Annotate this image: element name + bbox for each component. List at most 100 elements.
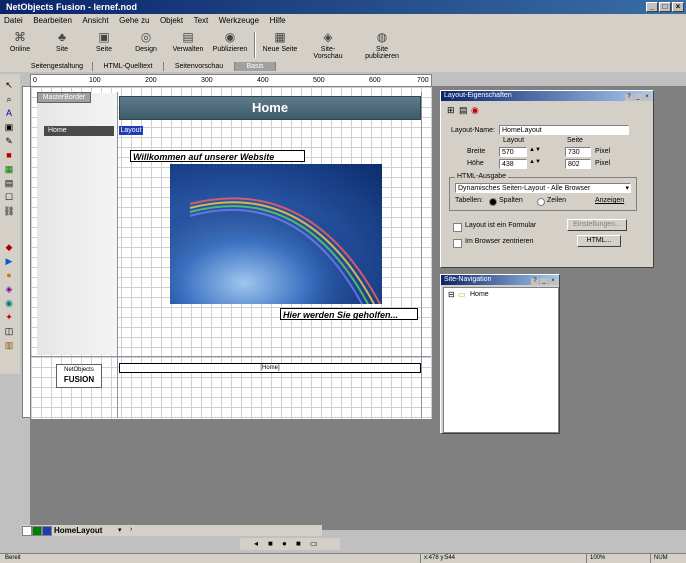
menu-datei[interactable]: Datei xyxy=(0,14,27,28)
page-banner[interactable]: Home xyxy=(119,96,421,120)
netobjects-logo[interactable]: NetObjects FUSION xyxy=(56,364,102,388)
tab-basis[interactable]: Basis xyxy=(235,62,276,71)
center-page-icon[interactable]: ● xyxy=(282,538,287,550)
java-tool-icon[interactable]: ● xyxy=(3,270,15,280)
last-page-icon[interactable]: ▭ xyxy=(310,538,318,550)
center-checkbox[interactable] xyxy=(453,239,462,248)
layout-width-input[interactable]: 570 xyxy=(499,147,527,157)
maximize-button[interactable]: □ xyxy=(659,2,671,12)
prev-page-icon[interactable]: ■ xyxy=(268,538,273,550)
zoom-tool-icon[interactable]: ⌕ xyxy=(3,94,15,104)
height-spinner-icon[interactable]: ▲▼ xyxy=(529,159,541,165)
tab-seitenvorschau[interactable]: Seitenvorschau xyxy=(164,62,235,71)
close-button[interactable]: × xyxy=(672,2,684,12)
close-icon[interactable]: × xyxy=(549,278,557,285)
settings-button[interactable]: Einstellungen... xyxy=(567,219,627,231)
welcome-textbox[interactable]: Willkommen auf unserer Website xyxy=(130,150,305,162)
menu-hilfe[interactable]: Hilfe xyxy=(266,14,290,28)
db-tool-icon[interactable]: ▥ xyxy=(3,340,15,350)
help-icon[interactable]: ? xyxy=(625,94,633,101)
layout-tag[interactable]: Layout xyxy=(119,126,143,135)
background-tab-icon[interactable]: ◉ xyxy=(471,105,479,116)
menu-ansicht[interactable]: Ansicht xyxy=(78,14,112,28)
ruler-tick: 500 xyxy=(313,77,325,84)
form-tool-icon[interactable]: ☐ xyxy=(3,192,15,202)
close-icon[interactable]: × xyxy=(643,94,651,101)
footer-navbar[interactable]: [Home] xyxy=(119,363,421,373)
tree-expand-icon[interactable]: ⊟ xyxy=(448,290,455,299)
new-page-button[interactable]: ▦ Neue Seite xyxy=(260,30,300,53)
publizieren-button[interactable]: ◉ Publizieren xyxy=(210,30,250,53)
page-tab-icon[interactable]: ▤ xyxy=(459,105,468,116)
view-tabs: Seitengestaltung HTML-Quelltext Seitenvo… xyxy=(0,62,686,72)
rainbow-image[interactable] xyxy=(170,164,382,304)
tab-scroll-left-icon[interactable] xyxy=(22,526,32,536)
layout-guide xyxy=(421,92,422,418)
site-button[interactable]: ♣ Site xyxy=(42,30,82,53)
menu-bearbeiten[interactable]: Bearbeiten xyxy=(29,14,76,28)
layout-name-label: Layout-Name: xyxy=(451,127,495,134)
tab-dropdown-icon[interactable]: ▾ xyxy=(118,526,122,534)
shape-tool-icon[interactable]: ■ xyxy=(3,150,15,160)
nav-button-home[interactable]: Home xyxy=(44,126,114,136)
layout-height-input[interactable]: 438 xyxy=(499,159,527,169)
picture-tool-icon[interactable]: ▣ xyxy=(3,122,15,132)
minimize-icon[interactable]: _ xyxy=(540,278,548,285)
html-button[interactable]: HTML... xyxy=(577,235,621,247)
menu-text[interactable]: Text xyxy=(190,14,213,28)
html-output-select[interactable]: Dynamisches Seiten-Layout - Alle Browser… xyxy=(455,183,631,193)
navbar-tool-icon[interactable]: ▤ xyxy=(3,178,15,188)
draw-tool-icon[interactable]: ✎ xyxy=(3,136,15,146)
link-tool-icon[interactable]: ⛓ xyxy=(3,206,15,216)
layout-name-input[interactable]: HomeLayout xyxy=(499,125,629,135)
next-page-icon[interactable]: ■ xyxy=(296,538,301,550)
menu-gehe-zu[interactable]: Gehe zu xyxy=(115,14,153,28)
tab-next-icon[interactable]: › xyxy=(130,526,132,533)
online-button[interactable]: ⌘ Online xyxy=(0,30,40,53)
tree-item-home[interactable]: Home xyxy=(470,291,489,298)
html-tool-icon[interactable]: ◫ xyxy=(3,326,15,336)
verwalten-button[interactable]: ▤ Verwalten xyxy=(168,30,208,53)
page-icon: ▣ xyxy=(98,30,110,44)
script-tool-icon[interactable]: ✦ xyxy=(3,312,15,322)
text-tool-icon[interactable]: A xyxy=(3,108,15,118)
site-publish-button[interactable]: ◍ Site publizieren xyxy=(362,30,402,60)
help-icon[interactable]: ? xyxy=(531,278,539,285)
helped-textbox[interactable]: Hier werden Sie geholfen... xyxy=(280,308,418,320)
media-tool-icon[interactable]: ▶ xyxy=(3,256,15,266)
radio-zeilen[interactable] xyxy=(537,198,545,206)
tab-list-icon[interactable] xyxy=(42,526,52,536)
form-checkbox[interactable] xyxy=(453,223,462,232)
table-tool-icon[interactable]: ▦ xyxy=(3,164,15,174)
zeilen-label: Zeilen xyxy=(547,197,567,204)
page-height-input[interactable]: 802 xyxy=(565,159,591,169)
activex-tool-icon[interactable]: ◈ xyxy=(3,284,15,294)
minimize-icon[interactable]: _ xyxy=(634,94,642,101)
plugin-tool-icon[interactable]: ◉ xyxy=(3,298,15,308)
radio-spalten[interactable] xyxy=(489,198,497,206)
show-link[interactable]: Anzeigen xyxy=(595,197,624,204)
publish-site-icon: ◍ xyxy=(376,30,388,44)
html-output-label: HTML-Ausgabe xyxy=(455,173,509,180)
select-tool-icon[interactable]: ↖ xyxy=(3,80,15,90)
minimize-button[interactable]: _ xyxy=(646,2,658,12)
component-tool-icon[interactable]: ◆ xyxy=(3,242,15,252)
layout-properties-titlebar[interactable]: Layout-Eigenschaften ? _ × xyxy=(441,91,653,101)
page-width-input[interactable]: 730 xyxy=(565,147,591,157)
width-spinner-icon[interactable]: ▲▼ xyxy=(529,147,541,153)
tab-html-quelltext[interactable]: HTML-Quelltext xyxy=(93,62,164,71)
menu-objekt[interactable]: Objekt xyxy=(156,14,187,28)
first-page-icon[interactable]: ◂ xyxy=(254,538,258,550)
layout-tab-icon[interactable]: ⊞ xyxy=(447,105,455,116)
design-button[interactable]: ◎ Design xyxy=(126,30,166,53)
dropdown-arrow-icon: ▾ xyxy=(625,185,629,192)
menu-werkzeuge[interactable]: Werkzeuge xyxy=(215,14,263,28)
seite-button[interactable]: ▣ Seite xyxy=(84,30,124,53)
tab-scroll-right-icon[interactable] xyxy=(32,526,42,536)
unit-label: Pixel xyxy=(595,148,611,155)
site-preview-button[interactable]: ◈ Site-Vorschau xyxy=(308,30,348,60)
master-border-label[interactable]: MasterBorder xyxy=(37,92,91,103)
site-navigation-titlebar[interactable]: Site-Navigation ? _ × xyxy=(441,275,559,285)
layout-tab-homelayout[interactable]: HomeLayout xyxy=(54,525,102,536)
tab-seitengestaltung[interactable]: Seitengestaltung xyxy=(22,62,93,71)
